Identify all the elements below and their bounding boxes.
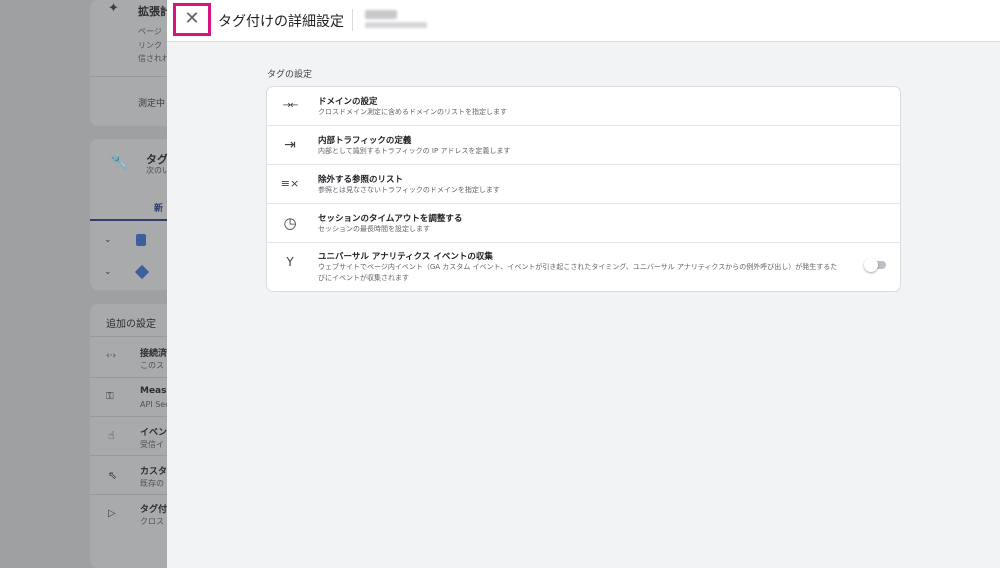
bg-card3-header: 追加の設定	[106, 319, 156, 330]
bg-item-sub: このス	[140, 361, 164, 370]
close-button[interactable]: ✕	[173, 3, 211, 36]
bg-card1-line: リンク	[138, 41, 162, 50]
bg-item-sub: クロス	[140, 517, 164, 526]
bg-item-sub: API Sec	[140, 400, 170, 409]
divider	[352, 9, 353, 31]
bg-tab-new: 新	[154, 204, 164, 214]
row-description: 内部として識別するトラフィックの IP アドレスを定義します	[318, 147, 511, 155]
row-title: 除外する参照のリスト	[318, 175, 404, 185]
tag-settings-card: →← ドメインの設定 クロスドメイン測定に含めるドメインのリストを指定します ⇥…	[266, 86, 901, 292]
bg-item-title: イベン	[140, 428, 168, 438]
setting-row-collect-ua-events[interactable]: Y ユニバーサル アナリティクス イベントの収集 ウェブサイトでページ内イベント…	[267, 243, 900, 291]
toggle-thumb	[864, 258, 878, 272]
login-icon: ⇥	[284, 137, 296, 153]
row-description: クロスドメイン測定に含めるドメインのリストを指定します	[318, 108, 507, 116]
panel-header: ✕ タグ付けの詳細設定	[167, 0, 1000, 42]
label-icon: ▷	[108, 508, 116, 519]
bg-card1-line: 信されれ	[138, 54, 170, 63]
diamond-icon	[134, 264, 150, 280]
row-title: ドメインの設定	[318, 97, 378, 107]
wrench-icon: 🔧	[110, 153, 129, 171]
bg-card1-footer: 測定中	[138, 99, 166, 109]
merge-icon: Y	[286, 255, 294, 269]
code-arrows-icon: ‹·›	[106, 351, 117, 361]
bg-card1-line: ページ	[138, 27, 162, 36]
panel-title: タグ付けの詳細設定	[218, 14, 344, 30]
chevron-down-icon: ⌄	[104, 267, 112, 277]
bg-item-title: タグ付	[140, 505, 168, 515]
row-title: セッションのタイムアウトを調整する	[318, 214, 463, 224]
ua-events-toggle[interactable]	[864, 258, 888, 272]
setting-row-session-timeout[interactable]: ◷ セッションのタイムアウトを調整する セッションの最長時間を設定します	[267, 204, 900, 243]
clock-icon: ◷	[283, 214, 297, 232]
tag-icon	[136, 234, 146, 246]
row-description: ウェブサイトでページ内イベント（GA カスタム イベント、イベントが引き起こされ…	[318, 263, 838, 282]
setting-row-configure-domains[interactable]: →← ドメインの設定 クロスドメイン測定に含めるドメインのリストを指定します	[267, 87, 900, 126]
touch-icon: ☝	[108, 429, 115, 442]
setting-row-unwanted-referrals[interactable]: ≡× 除外する参照のリスト 参照とは見なさないトラフィックのドメインを指定します	[267, 165, 900, 204]
bg-item-title: カスタ	[140, 467, 168, 477]
row-title: ユニバーサル アナリティクス イベントの収集	[318, 252, 493, 262]
bg-item-sub: 受信イ	[140, 440, 164, 449]
row-description: セッションの最長時間を設定します	[318, 225, 430, 233]
click-icon: ⇖	[108, 469, 118, 482]
sparkle-icon: ✦	[108, 1, 119, 16]
key-icon: ⚿	[106, 391, 114, 402]
redacted-stream-name	[365, 10, 397, 19]
tagging-settings-panel: ✕ タグ付けの詳細設定 タグの設定 →← ドメインの設定 クロスドメイン測定に含…	[167, 0, 1000, 568]
bg-item-title: 接続済	[140, 349, 168, 359]
setting-row-internal-traffic[interactable]: ⇥ 内部トラフィックの定義 内部として識別するトラフィックの IP アドレスを定…	[267, 126, 900, 165]
chevron-down-icon: ⌄	[104, 235, 112, 245]
row-description: 参照とは見なさないトラフィックのドメインを指定します	[318, 186, 500, 194]
bg-item-sub: 既存の	[140, 479, 164, 488]
arrows-inward-icon: →←	[282, 100, 299, 111]
row-title: 内部トラフィックの定義	[318, 136, 412, 146]
close-icon[interactable]: ✕	[176, 6, 208, 33]
redacted-stream-id	[365, 22, 427, 28]
section-label: タグの設定	[267, 70, 313, 80]
rule-icon: ≡×	[280, 177, 300, 190]
